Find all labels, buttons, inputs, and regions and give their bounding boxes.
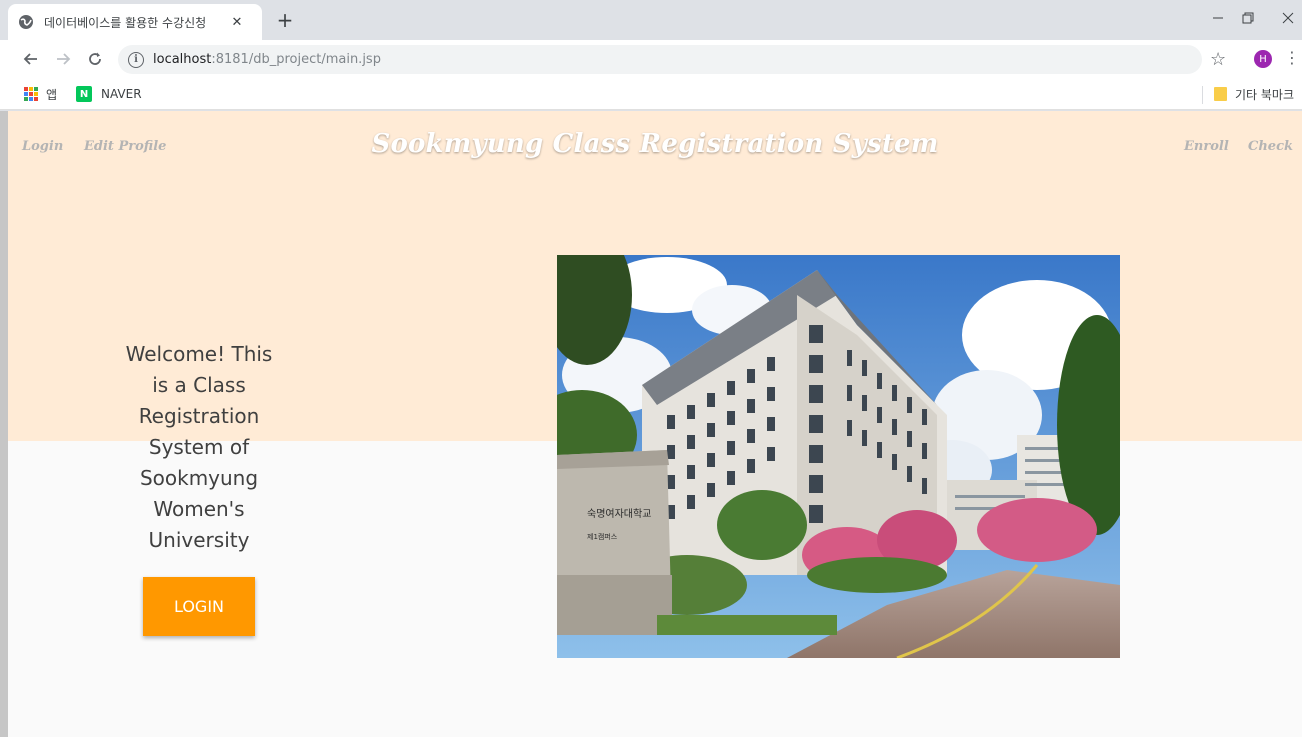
bookmark-divider xyxy=(1202,86,1203,104)
folder-icon xyxy=(1214,87,1227,101)
welcome-line: Registration xyxy=(138,404,260,428)
restore-icon[interactable] xyxy=(1238,8,1258,28)
forward-icon[interactable] xyxy=(52,48,74,70)
bookmark-star-icon[interactable]: ☆ xyxy=(1210,49,1226,70)
profile-avatar[interactable]: H xyxy=(1254,50,1272,68)
bookmark-other[interactable]: 기타 북마크 xyxy=(1214,84,1294,104)
more-menu-icon[interactable]: ⋮ xyxy=(1284,48,1300,67)
apps-grid-icon xyxy=(24,87,38,101)
login-button[interactable]: LOGIN xyxy=(143,577,255,636)
window-edge xyxy=(0,111,8,737)
bookmark-naver[interactable]: N NAVER xyxy=(76,84,142,104)
welcome-line: Women's xyxy=(153,497,245,521)
reload-icon[interactable] xyxy=(84,48,106,70)
site-title: Sookmyung Class Registration System xyxy=(371,129,939,159)
new-tab-button[interactable]: + xyxy=(274,8,296,32)
welcome-line: University xyxy=(148,528,250,552)
welcome-line: Sookmyung xyxy=(139,466,259,490)
gate-sign-text: 숙명여자대학교 xyxy=(587,508,651,520)
browser-tab[interactable]: 데이터베이스를 활용한 수강신청 ✕ xyxy=(8,4,262,40)
naver-icon: N xyxy=(76,86,92,102)
back-icon[interactable] xyxy=(20,48,42,70)
info-icon[interactable]: i xyxy=(128,51,144,68)
bookmark-label: 앱 xyxy=(46,87,58,102)
tab-title: 데이터베이스를 활용한 수강신청 xyxy=(44,15,207,30)
gate-sign-subtext: 제1캠퍼스 xyxy=(587,532,618,541)
close-window-icon[interactable] xyxy=(1278,8,1298,28)
close-tab-icon[interactable]: ✕ xyxy=(228,13,246,31)
welcome-line: System of xyxy=(148,435,250,459)
minimize-icon[interactable] xyxy=(1208,8,1228,28)
globe-icon xyxy=(18,14,34,30)
welcome-text: Welcome! This is a Class Registration Sy… xyxy=(122,339,276,556)
url-text: localhost:8181/db_project/main.jsp xyxy=(153,52,381,67)
bookmark-label: NAVER xyxy=(101,87,142,101)
bookmarks-bar: 앱 N NAVER 기타 북마크 xyxy=(0,78,1302,110)
campus-photo: 숙명여자대학교 제1캠퍼스 xyxy=(557,255,1120,658)
page-viewport: Login Edit Profile Enroll Check Sookmyun… xyxy=(8,111,1302,737)
tab-strip: 데이터베이스를 활용한 수강신청 ✕ + xyxy=(0,0,1302,40)
browser-toolbar: i localhost:8181/db_project/main.jsp ☆ H… xyxy=(0,40,1302,78)
welcome-line: is a Class xyxy=(152,373,246,397)
bookmark-apps[interactable]: 앱 xyxy=(24,84,57,104)
address-bar[interactable]: i localhost:8181/db_project/main.jsp xyxy=(118,45,1202,74)
welcome-line: Welcome! This xyxy=(125,342,273,366)
bookmark-label: 기타 북마크 xyxy=(1235,87,1295,102)
